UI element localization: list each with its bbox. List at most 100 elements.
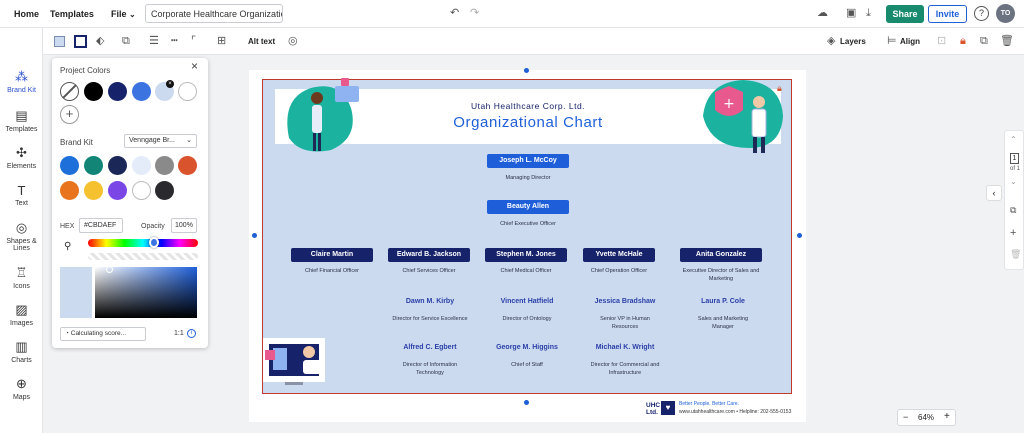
brand-color-swatch[interactable]	[155, 156, 174, 175]
fill-color-icon[interactable]	[54, 36, 65, 47]
score-select[interactable]: ◔ Calculating score...	[60, 327, 146, 341]
home-link[interactable]: Home	[14, 9, 39, 19]
info-icon[interactable]: i	[187, 329, 196, 338]
director-4-name: Laura P. Cole	[701, 298, 745, 305]
chevron-up-icon[interactable]: ⌃	[1010, 135, 1017, 144]
duplicate-icon[interactable]: ⧉	[980, 36, 988, 47]
officer-4-name: Yvette McHale	[583, 248, 655, 262]
trash-icon[interactable]: 🗑︎	[1000, 36, 1014, 47]
sidebar-item-charts[interactable]: ▥ Charts	[0, 339, 43, 364]
score-select-value: Calculating score...	[70, 330, 127, 337]
org-chart[interactable]: + 🔒︎ Utah Healthcare Corp. Ltd. Organiza…	[262, 78, 792, 394]
group-icon[interactable]: ⧉	[122, 36, 130, 47]
invite-button[interactable]: Invite	[928, 5, 967, 23]
file-menu[interactable]: File ⌄	[111, 9, 136, 19]
add-color-button[interactable]: +	[60, 105, 79, 124]
download-icon[interactable]: ⤓	[866, 8, 871, 19]
layers-button[interactable]: Layers	[840, 37, 866, 46]
brand-color-swatch[interactable]	[132, 181, 151, 200]
sidebar-item-label: Brand Kit	[7, 87, 36, 94]
hue-slider[interactable]	[88, 239, 198, 247]
opacity-label: Opacity	[141, 223, 165, 230]
eyedropper-icon[interactable]: ⬖	[96, 36, 104, 47]
director-6-role: Chief of Staff	[511, 362, 543, 368]
brand-color-swatch[interactable]	[84, 156, 103, 175]
zoom-out-button[interactable]: −	[903, 412, 908, 422]
saturation-handle[interactable]	[106, 266, 113, 273]
resize-handle-top[interactable]	[524, 68, 529, 73]
duplicate-page-icon[interactable]: ⧉	[1010, 205, 1016, 216]
sidebar-item-icons[interactable]: ♖ Icons	[0, 265, 43, 290]
brand-color-swatch[interactable]	[178, 156, 197, 175]
director-1-role: Director for Service Excellence	[392, 316, 468, 322]
line-weight-icon[interactable]: ☰	[149, 36, 159, 47]
zoom-level[interactable]: 64%	[918, 413, 934, 422]
sidebar-item-label: Shapes & Lines	[6, 238, 37, 252]
opacity-input[interactable]: 100%	[171, 218, 197, 233]
project-color-swatch[interactable]	[178, 82, 197, 101]
lock-icon[interactable]: 🔒︎	[960, 36, 966, 47]
redo-icon[interactable]: ↷	[470, 8, 479, 19]
sidebar-item-brand-kit[interactable]: ⁂ Brand Kit	[0, 69, 43, 94]
share-button[interactable]: Share	[886, 5, 924, 23]
resize-handle-right[interactable]	[797, 233, 802, 238]
corner-radius-icon[interactable]: ⌜	[191, 36, 196, 47]
saturation-picker[interactable]	[95, 267, 197, 318]
cloud-save-icon[interactable]: ☁	[817, 8, 828, 19]
project-color-swatch[interactable]	[108, 82, 127, 101]
sidebar-item-elements[interactable]: ✣ Elements	[0, 145, 43, 170]
align-icon[interactable]: ⊨	[887, 36, 897, 47]
brand-color-swatch[interactable]	[108, 181, 127, 200]
templates-link[interactable]: Templates	[50, 9, 94, 19]
avatar[interactable]: TO	[996, 4, 1015, 23]
sidebar-item-shapes[interactable]: ◎ Shapes & Lines	[0, 220, 43, 252]
help-icon[interactable]: ?	[974, 6, 989, 21]
animation-icon[interactable]: ◎	[288, 36, 298, 47]
brand-color-swatch[interactable]	[132, 156, 151, 175]
layers-icon[interactable]: ◈	[827, 36, 835, 47]
footer-contact: www.utahhealthcare.com • Helpline: 202-5…	[679, 409, 792, 415]
present-icon[interactable]: ▣	[846, 8, 856, 19]
align-button[interactable]: Align	[900, 37, 920, 46]
position-icon[interactable]: ⊞	[217, 36, 226, 47]
crop-icon[interactable]: ⊡	[937, 36, 946, 47]
zoom-in-button[interactable]: +	[944, 411, 950, 422]
eyedropper-icon[interactable]: ⚲	[64, 241, 71, 252]
footer-tagline: Better People. Better Care.	[679, 401, 740, 407]
opacity-slider[interactable]	[88, 253, 198, 260]
hex-input[interactable]: #CBDAEF	[79, 218, 123, 233]
border-color-icon[interactable]	[74, 35, 87, 48]
page-number-box[interactable]: 1	[1010, 153, 1019, 164]
sidebar-item-maps[interactable]: ⊕ Maps	[0, 376, 43, 401]
project-color-swatch[interactable]	[84, 82, 103, 101]
project-color-swatch[interactable]	[132, 82, 151, 101]
brand-kit-select[interactable]: Venngage Br... ⌄	[124, 134, 197, 148]
remove-color-icon[interactable]: ×	[166, 80, 174, 88]
undo-icon[interactable]: ↶	[450, 8, 459, 19]
resize-handle-bottom[interactable]	[524, 400, 529, 405]
line-style-icon[interactable]: ┅	[171, 36, 178, 47]
brand-color-swatch[interactable]	[108, 156, 127, 175]
brand-color-swatch[interactable]	[60, 181, 79, 200]
no-color-swatch[interactable]	[60, 82, 79, 101]
brand-color-swatch[interactable]	[155, 181, 174, 200]
brand-color-swatch[interactable]	[84, 181, 103, 200]
delete-page-icon[interactable]: 🗑︎	[1010, 249, 1021, 260]
resize-handle-left[interactable]	[252, 233, 257, 238]
brand-color-swatch[interactable]	[60, 156, 79, 175]
sidebar-item-templates[interactable]: ▤ Templates	[0, 108, 43, 133]
sidebar-item-text[interactable]: T Text	[0, 183, 43, 207]
filename-input[interactable]: Corporate Healthcare Organizatio...	[145, 4, 283, 23]
close-icon[interactable]: ×	[191, 59, 198, 73]
alt-text-button[interactable]: Alt text	[248, 37, 275, 46]
hue-slider-handle[interactable]	[149, 237, 159, 248]
collapse-panel-icon[interactable]: ‹	[986, 185, 1002, 201]
toolbar: ⬖ ⧉ ☰ ┅ ⌜ ⊞ Alt text ◎ ◈ Layers ⊨ Align …	[43, 28, 1024, 55]
sidebar-item-images[interactable]: ▨ Images	[0, 302, 43, 327]
add-page-icon[interactable]: +	[1010, 227, 1016, 239]
lock-icon[interactable]: 🔒︎	[777, 83, 782, 94]
icons-icon: ♖	[15, 265, 28, 280]
officer-5-name: Anita Gonzalez	[680, 248, 762, 262]
chevron-down-icon[interactable]: ⌄	[1010, 177, 1017, 186]
ratio-label: 1:1	[174, 330, 184, 337]
